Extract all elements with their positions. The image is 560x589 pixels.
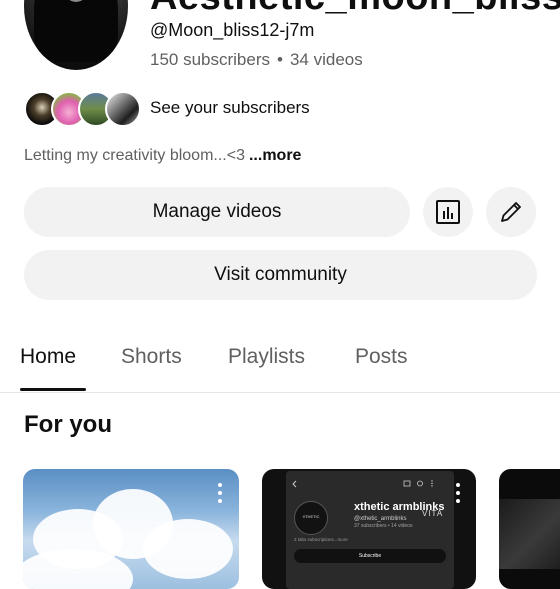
analytics-button[interactable]: [423, 187, 473, 237]
inner-channel-stats: 37 subscribers • 14 videos: [354, 523, 413, 529]
tab-shorts[interactable]: Shorts: [121, 345, 182, 369]
visit-community-label: Visit community: [214, 264, 347, 285]
visit-community-button[interactable]: Visit community: [24, 250, 537, 300]
channel-description[interactable]: Letting my creativity bloom...<3 ...more: [24, 147, 301, 165]
channel-name: Aesthetic_moon_bliss: [150, 0, 560, 19]
active-tab-indicator: [20, 388, 86, 391]
tab-home[interactable]: Home: [20, 345, 76, 369]
channel-stats: 150 subscribers • 34 videos: [150, 50, 363, 70]
inner-channel-handle: @xthetic_armblinks: [354, 516, 407, 522]
edit-channel-button[interactable]: [486, 187, 536, 237]
more-options-icon[interactable]: [456, 483, 460, 503]
tab-playlists[interactable]: Playlists: [228, 345, 305, 369]
more-options-icon[interactable]: [218, 483, 222, 503]
analytics-icon: [436, 200, 460, 224]
tab-posts[interactable]: Posts: [355, 345, 408, 369]
subscriber-avatar: [105, 91, 141, 127]
inner-description: 2 tabs subscriptions...more: [294, 537, 348, 542]
avatar-hair: [34, 0, 118, 62]
short-thumbnail[interactable]: XTHETIC xthetic armblinks @xthetic_armbl…: [262, 469, 476, 589]
subscriber-count: 150 subscribers: [150, 50, 271, 69]
short-thumbnail[interactable]: [23, 469, 239, 589]
inner-subscribe-button: Subscribe: [294, 549, 446, 563]
manage-videos-label: Manage videos: [152, 201, 282, 222]
video-count: 34 videos: [289, 50, 363, 69]
inner-channel-avatar: XTHETIC: [294, 501, 328, 535]
pencil-icon: [501, 202, 521, 222]
channel-handle: @Moon_bliss12-j7m: [150, 20, 315, 40]
description-text: Letting my creativity bloom...<3: [24, 147, 245, 164]
more-link[interactable]: ...more: [249, 147, 301, 164]
stats-separator: •: [277, 50, 283, 69]
inner-toolbar-icons: [292, 480, 433, 488]
channel-avatar[interactable]: [24, 0, 128, 70]
subscriber-avatars[interactable]: [24, 91, 141, 127]
channel-tabs: Home Shorts Playlists Posts: [0, 330, 560, 393]
see-subscribers-link[interactable]: See your subscribers: [150, 98, 310, 118]
manage-videos-button[interactable]: Manage videos: [24, 187, 410, 237]
section-title: For you: [24, 411, 112, 438]
cloud-shape: [143, 519, 233, 579]
thumbnail-image: [499, 499, 560, 569]
thumbnail-screenshot: XTHETIC xthetic armblinks @xthetic_armbl…: [286, 471, 454, 589]
short-thumbnail[interactable]: [499, 469, 560, 589]
watermark: VITA: [422, 509, 444, 518]
